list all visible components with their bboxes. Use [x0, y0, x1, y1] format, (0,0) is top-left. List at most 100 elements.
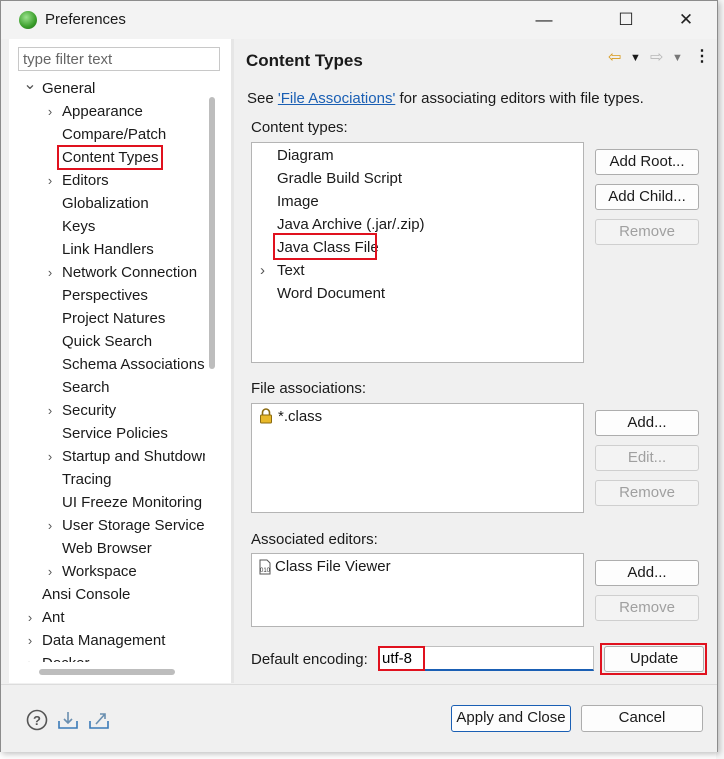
tree-item-label: Schema Associations — [62, 356, 205, 373]
chevron-right-icon[interactable]: › — [43, 399, 57, 422]
tree-item-label: Startup and Shutdown — [62, 448, 205, 465]
content-types-label: Content types: — [251, 119, 348, 136]
tree-item-label: UI Freeze Monitoring — [62, 494, 203, 511]
help-icon[interactable]: ? — [26, 709, 48, 731]
tree-item-label: Link Handlers — [62, 241, 154, 258]
preferences-dialog: Preferences — ☐ ✕ ⌄ General › Appearance Com… — [0, 0, 718, 752]
tree-item-label: User Storage Service — [62, 517, 205, 534]
class-file-icon: 010 — [259, 559, 271, 575]
content-type-item[interactable]: › Text — [252, 259, 583, 282]
remove-association-button[interactable]: Remove — [595, 480, 699, 506]
tree-item-label: Appearance — [62, 103, 143, 120]
file-association-label: *.class — [278, 408, 323, 425]
content-types-tree[interactable]: Diagram Gradle Build Script Image Java Arch… — [251, 142, 584, 363]
export-icon[interactable] — [88, 709, 110, 731]
content-type-label: Text — [277, 262, 305, 279]
chevron-down-icon[interactable]: ⌄ — [23, 77, 37, 96]
default-encoding-label: Default encoding: — [251, 651, 368, 668]
chevron-right-icon[interactable]: › — [23, 606, 37, 629]
file-association-item[interactable]: *.class — [252, 405, 583, 428]
lock-icon — [260, 408, 272, 424]
preference-tree-panel: ⌄ General › Appearance Compare/Patch Content … — [9, 39, 231, 683]
svg-text:?: ? — [33, 713, 41, 728]
see-suffix: for associating editors with file types. — [395, 90, 644, 107]
tree-item-label: Network Connection — [62, 264, 198, 281]
chevron-right-icon[interactable]: › — [43, 514, 57, 537]
tree-item-label: Web Browser — [62, 540, 152, 557]
content-type-label: Java Class File — [277, 239, 379, 256]
edit-association-button[interactable]: Edit... — [595, 445, 699, 471]
content-type-item[interactable]: Diagram — [252, 144, 583, 167]
content-type-label: Java Archive (.jar/.zip) — [277, 216, 425, 233]
tree-vertical-scrollbar[interactable] — [209, 97, 215, 369]
add-root-button[interactable]: Add Root... — [595, 149, 699, 175]
tree-item-label: Workspace — [62, 563, 137, 580]
cancel-button[interactable]: Cancel — [581, 705, 703, 732]
tree-item-label: Service Policies — [62, 425, 168, 442]
file-associations-link[interactable]: 'File Associations' — [278, 90, 395, 107]
update-button[interactable]: Update — [604, 646, 704, 672]
tree-item-label: Project Natures — [62, 310, 166, 327]
content-type-item[interactable]: Java Class File — [252, 236, 583, 259]
content-type-label: Diagram — [277, 147, 334, 164]
eclipse-icon — [19, 11, 37, 29]
file-associations-label: File associations: — [251, 380, 367, 397]
content-type-item[interactable]: Word Document — [252, 282, 583, 305]
see-prefix: See — [247, 90, 278, 107]
tree-item-label: General — [42, 80, 96, 97]
title-bar: Preferences — ☐ ✕ — [1, 1, 717, 39]
svg-text:010: 010 — [260, 568, 271, 574]
tree-item-label: Data Management — [42, 632, 166, 649]
content-type-label: Gradle Build Script — [277, 170, 403, 187]
tree-item-label: Keys — [62, 218, 96, 235]
tree-item-label: Tracing — [62, 471, 112, 488]
associated-editor-item[interactable]: 010 Class File Viewer — [252, 555, 583, 578]
maximize-button[interactable]: ☐ — [603, 1, 649, 39]
content-type-item[interactable]: Gradle Build Script — [252, 167, 583, 190]
minimize-button[interactable]: — — [521, 1, 567, 39]
back-dropdown-icon[interactable]: ▼ — [630, 52, 641, 64]
back-arrow-icon[interactable]: ⇦ — [608, 47, 621, 67]
forward-arrow-icon[interactable]: ⇨ — [650, 47, 663, 67]
chevron-right-icon[interactable]: › — [43, 445, 57, 468]
remove-editor-button[interactable]: Remove — [595, 595, 699, 621]
tree-item-label: Perspectives — [62, 287, 148, 304]
tree-item-label: Globalization — [62, 195, 149, 212]
forward-dropdown-icon[interactable]: ▼ — [672, 52, 683, 64]
chevron-right-icon[interactable]: › — [43, 560, 57, 583]
chevron-right-icon[interactable]: › — [43, 169, 57, 192]
associated-editor-label: Class File Viewer — [275, 558, 391, 575]
view-menu-icon[interactable]: ⋮ — [694, 46, 710, 66]
import-icon[interactable] — [57, 709, 79, 731]
content-type-item[interactable]: Image — [252, 190, 583, 213]
tree-item-label: Editors — [62, 172, 109, 189]
file-associations-list[interactable]: *.class — [251, 403, 584, 513]
remove-content-type-button[interactable]: Remove — [595, 219, 699, 245]
add-editor-button[interactable]: Add... — [595, 560, 699, 586]
tree-item-label: Ant — [42, 609, 65, 626]
tree-item-label: Ansi Console — [42, 586, 131, 603]
tree-item-label: Search — [62, 379, 110, 396]
filter-input[interactable] — [18, 47, 220, 71]
tree-item-label: Docker — [42, 652, 90, 662]
chevron-right-icon[interactable]: › — [23, 629, 37, 652]
add-child-button[interactable]: Add Child... — [595, 184, 699, 210]
chevron-right-icon[interactable]: › — [260, 259, 265, 282]
content-type-label: Image — [277, 193, 319, 210]
apply-and-close-button[interactable]: Apply and Close — [451, 705, 571, 732]
associated-editors-list[interactable]: 010 Class File Viewer — [251, 553, 584, 627]
preference-tree: ⌄ General › Appearance Compare/Patch Content … — [9, 77, 205, 662]
window-title: Preferences — [45, 11, 126, 28]
tree-item-label: Quick Search — [62, 333, 153, 350]
default-encoding-input[interactable] — [378, 646, 594, 671]
content-type-item[interactable]: Java Archive (.jar/.zip) — [252, 213, 583, 236]
see-file-associations-text: See 'File Associations' for associating … — [247, 90, 644, 107]
page-title: Content Types — [246, 51, 363, 70]
associated-editors-label: Associated editors: — [251, 531, 378, 548]
tree-horizontal-scrollbar[interactable] — [39, 669, 175, 675]
chevron-right-icon[interactable]: › — [23, 652, 37, 662]
chevron-right-icon[interactable]: › — [43, 261, 57, 284]
chevron-right-icon[interactable]: › — [43, 100, 57, 123]
add-association-button[interactable]: Add... — [595, 410, 699, 436]
close-button[interactable]: ✕ — [663, 1, 709, 39]
